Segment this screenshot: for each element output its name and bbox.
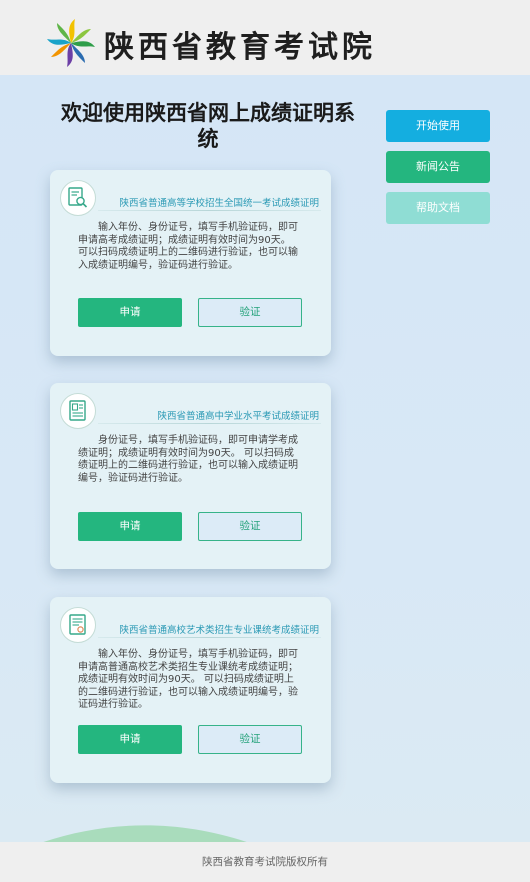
verify-button[interactable]: 验证	[198, 298, 302, 327]
card-description: 身份证号，填写手机验证码，即可申请学考成绩证明；成绩证明有效时间为90天。 可以…	[78, 435, 298, 484]
card-description: 输入年份、身份证号，填写手机验证码，即可申请高普通高校艺术类招生专业课统考成绩证…	[78, 649, 298, 710]
card-title: 陕西省普通高等学校招生全国统一考试成绩证明	[119, 198, 319, 209]
search-document-icon	[60, 180, 96, 216]
card-title: 陕西省普通高校艺术类招生专业课统考成绩证明	[119, 625, 319, 636]
title-divider	[98, 210, 321, 211]
title-divider	[98, 637, 321, 638]
green-hills-decoration	[43, 825, 247, 842]
site-header: 陕西省教育考试院	[0, 0, 530, 75]
card-title: 陕西省普通高中学业水平考试成绩证明	[157, 411, 319, 422]
certificate-document-icon	[60, 607, 96, 643]
news-button[interactable]: 新闻公告	[386, 151, 490, 183]
apply-button[interactable]: 申请	[78, 298, 182, 327]
site-title: 陕西省教育考试院	[104, 30, 376, 65]
copyright-text: 陕西省教育考试院版权所有	[202, 856, 328, 868]
xuekao-certificate-card: 陕西省普通高中学业水平考试成绩证明 身份证号，填写手机验证码，即可申请学考成绩证…	[50, 383, 331, 569]
verify-button[interactable]: 验证	[198, 725, 302, 754]
help-button[interactable]: 帮助文档	[386, 192, 490, 224]
card-description: 输入年份、身份证号，填写手机验证码，即可申请高考成绩证明；成绩证明有效时间为90…	[78, 222, 298, 271]
title-divider	[98, 423, 321, 424]
gaokao-certificate-card: 陕西省普通高等学校招生全国统一考试成绩证明 输入年份、身份证号，填写手机验证码，…	[50, 170, 331, 356]
id-document-icon	[60, 393, 96, 429]
page-title: 欢迎使用陕西省网上成绩证明系统	[61, 101, 355, 151]
site-footer: 陕西省教育考试院版权所有	[0, 842, 530, 882]
start-button[interactable]: 开始使用	[386, 110, 490, 142]
apply-button[interactable]: 申请	[78, 512, 182, 541]
pinwheel-logo-icon	[47, 19, 95, 67]
art-exam-certificate-card: 陕西省普通高校艺术类招生专业课统考成绩证明 输入年份、身份证号，填写手机验证码，…	[50, 597, 331, 783]
verify-button[interactable]: 验证	[198, 512, 302, 541]
apply-button[interactable]: 申请	[78, 725, 182, 754]
